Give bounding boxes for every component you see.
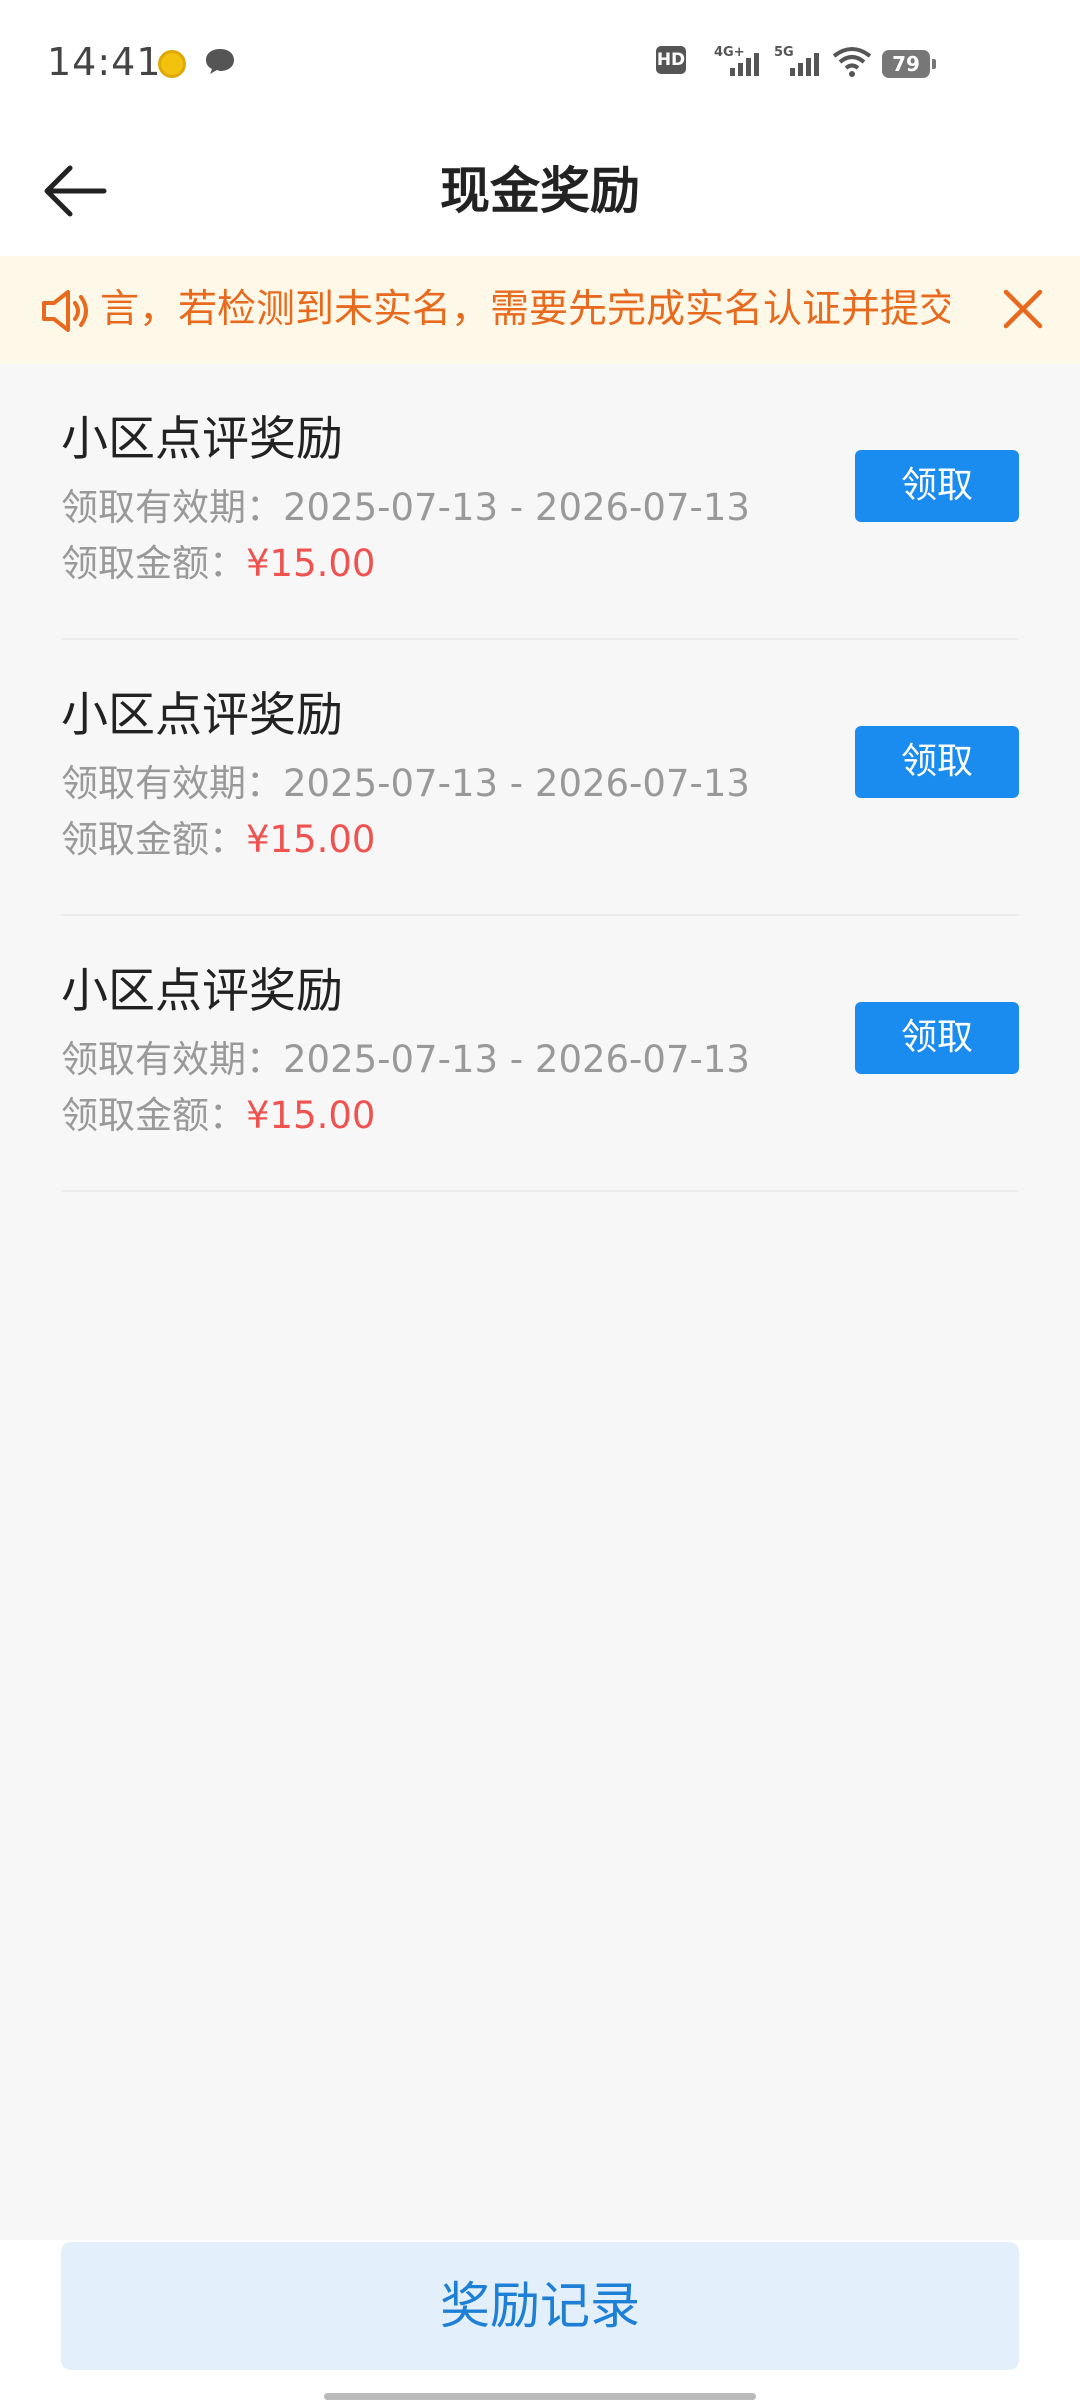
amount-label: 领取金额： <box>61 542 246 585</box>
reward-amount-row: 领取金额：¥15.00 <box>61 816 375 864</box>
status-time: 14:41 <box>47 40 162 84</box>
claim-button[interactable]: 领取 <box>855 1002 1019 1074</box>
message-notification-icon <box>206 49 234 74</box>
validity-dates: 2025-07-13 - 2026-07-13 <box>283 486 750 529</box>
net-5g-label: 5G <box>774 45 794 60</box>
reward-title: 小区点评奖励 <box>61 964 343 1019</box>
reward-validity: 领取有效期：2025-07-13 - 2026-07-13 <box>61 760 750 808</box>
close-icon[interactable] <box>1000 286 1046 332</box>
notice-text: 言，若检测到未实名，需要先完成实名认证并提交 <box>100 287 950 332</box>
reward-validity: 领取有效期：2025-07-13 - 2026-07-13 <box>61 484 750 532</box>
amount-label: 领取金额： <box>61 818 246 861</box>
reward-item: 小区点评奖励 领取有效期：2025-07-13 - 2026-07-13 领取金… <box>61 640 1019 916</box>
status-bar: 14:41 HD 4G+ 5G 79 <box>0 0 1080 126</box>
bottom-bar: 奖励记录 <box>0 2240 1080 2408</box>
reward-list: 小区点评奖励 领取有效期：2025-07-13 - 2026-07-13 领取金… <box>0 364 1080 1192</box>
claim-button[interactable]: 领取 <box>855 450 1019 522</box>
reward-item: 小区点评奖励 领取有效期：2025-07-13 - 2026-07-13 领取金… <box>61 916 1019 1192</box>
claim-button[interactable]: 领取 <box>855 726 1019 798</box>
net-4g-label: 4G+ <box>714 45 745 60</box>
validity-label: 领取有效期： <box>61 1038 283 1081</box>
reward-title: 小区点评奖励 <box>61 688 343 743</box>
reward-item: 小区点评奖励 领取有效期：2025-07-13 - 2026-07-13 领取金… <box>61 364 1019 640</box>
status-icons: HD 4G+ 5G 79 <box>656 42 956 82</box>
wifi-icon <box>832 47 872 77</box>
battery-icon: 79 <box>882 50 936 78</box>
amount-value: ¥15.00 <box>246 542 376 585</box>
amount-value: ¥15.00 <box>246 1094 376 1137</box>
reward-amount-row: 领取金额：¥15.00 <box>61 540 375 588</box>
reward-validity: 领取有效期：2025-07-13 - 2026-07-13 <box>61 1036 750 1084</box>
validity-label: 领取有效期： <box>61 486 283 529</box>
home-indicator[interactable] <box>324 2393 756 2400</box>
reward-records-button[interactable]: 奖励记录 <box>61 2242 1019 2370</box>
notice-banner: 言，若检测到未实名，需要先完成实名认证并提交 <box>0 256 1080 364</box>
amount-value: ¥15.00 <box>246 818 376 861</box>
signal-4g-icon: 4G+ <box>714 45 759 76</box>
speaker-icon <box>42 290 88 332</box>
validity-dates: 2025-07-13 - 2026-07-13 <box>283 762 750 805</box>
reward-amount-row: 领取金额：¥15.00 <box>61 1092 375 1140</box>
amount-label: 领取金额： <box>61 1094 246 1137</box>
validity-dates: 2025-07-13 - 2026-07-13 <box>283 1038 750 1081</box>
validity-label: 领取有效期： <box>61 762 283 805</box>
signal-5g-icon: 5G <box>774 45 819 76</box>
page-title: 现金奖励 <box>440 162 640 220</box>
reward-title: 小区点评奖励 <box>61 412 343 467</box>
hd-voice-icon: HD <box>656 46 686 74</box>
app-header: 现金奖励 <box>0 126 1080 256</box>
coin-notification-icon <box>158 50 186 78</box>
